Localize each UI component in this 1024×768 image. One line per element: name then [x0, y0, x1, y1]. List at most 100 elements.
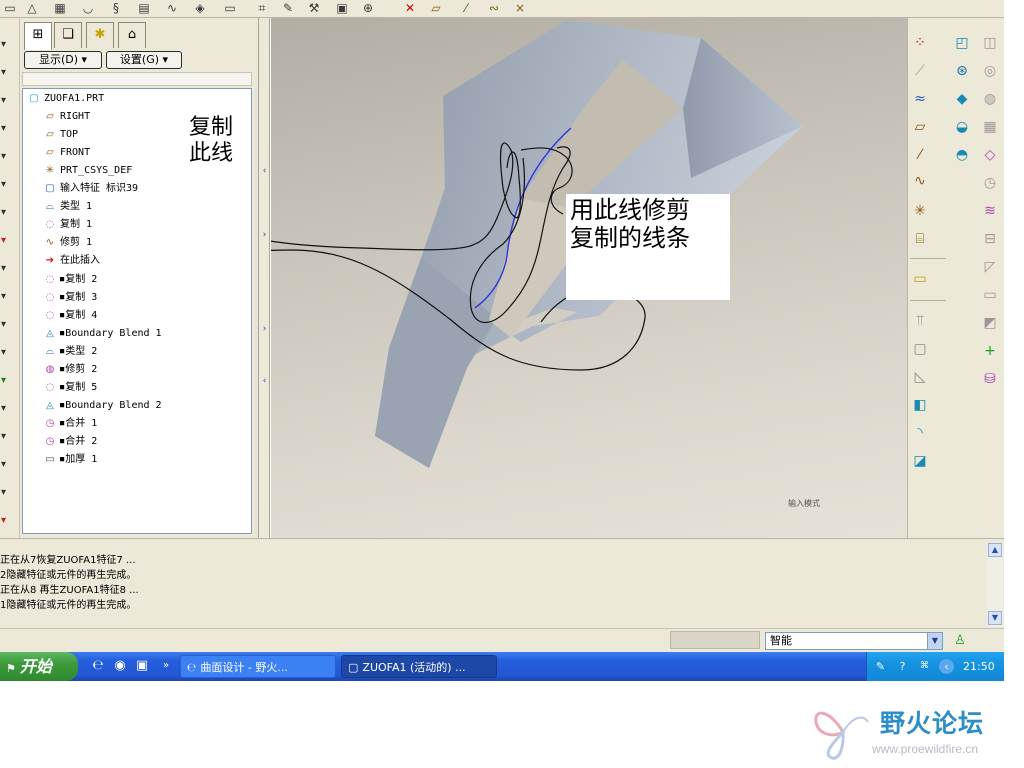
- csys-icon[interactable]: ✳: [910, 202, 930, 220]
- tree-item[interactable]: ◌ ■复制 3: [43, 289, 98, 305]
- properties-tab[interactable]: ⌂: [118, 22, 146, 48]
- analysis-icon[interactable]: ⌸: [910, 230, 930, 248]
- wave-icon[interactable]: ∿: [164, 1, 180, 16]
- scroll-down-icon[interactable]: ▼: [988, 611, 1002, 625]
- extrude-icon[interactable]: ◰: [952, 34, 972, 52]
- hatch-icon[interactable]: ▤: [136, 1, 152, 16]
- edge-tool-icon[interactable]: ▾: [1, 346, 19, 360]
- cup-icon[interactable]: ◡: [80, 1, 96, 16]
- chamfer-icon[interactable]: ◪: [910, 452, 930, 470]
- zoom-icon[interactable]: ⊕: [360, 1, 376, 16]
- edge-tool-icon[interactable]: ▾: [1, 318, 19, 332]
- datum-point-icon[interactable]: ×: [512, 1, 528, 16]
- curve-icon[interactable]: ∿: [910, 172, 930, 190]
- tree-item[interactable]: ◷ ■合并 2: [43, 433, 98, 449]
- favorites-tab[interactable]: ✱: [86, 22, 114, 48]
- tree-item[interactable]: ✳ PRT_CSYS_DEF: [43, 163, 132, 179]
- tree-item[interactable]: ∿ 修剪 1: [43, 235, 92, 251]
- chevron-left-icon[interactable]: ‹: [939, 659, 954, 674]
- chevron-right-icon[interactable]: »: [158, 658, 174, 674]
- sketch-icon[interactable]: ≈: [910, 90, 930, 108]
- shell-icon[interactable]: ▢: [910, 340, 930, 358]
- tree-item[interactable]: ▱ TOP: [43, 127, 78, 143]
- tool-icon[interactable]: ⚒: [306, 1, 322, 16]
- boundary-icon[interactable]: ◓: [952, 146, 972, 164]
- edge-tool-icon[interactable]: ▾: [1, 458, 19, 472]
- tree-item[interactable]: ▢ 输入特征 标识39: [43, 181, 138, 197]
- triangle-icon[interactable]: △: [24, 1, 40, 16]
- settings-menu-button[interactable]: 设置(G) ▾: [106, 51, 182, 69]
- toolbar-icon[interactable]: ▭: [222, 1, 238, 16]
- collapse-arrow-icon[interactable]: ‹: [260, 376, 269, 386]
- panel-sash[interactable]: ‹ › › ‹: [258, 18, 270, 538]
- blend-icon[interactable]: ◒: [952, 118, 972, 136]
- tool-icon[interactable]: ◸: [980, 258, 1000, 276]
- sweep-icon[interactable]: ◆: [952, 90, 972, 108]
- tree-item[interactable]: ▭ ■加厚 1: [43, 451, 97, 467]
- trim-icon[interactable]: ▦: [980, 118, 1000, 136]
- language-icon[interactable]: ✎: [873, 659, 888, 674]
- ie-icon[interactable]: ℮: [90, 658, 106, 674]
- regenerate-light-icon[interactable]: ♙: [953, 631, 967, 651]
- message-scrollbar[interactable]: ▲ ▼: [987, 543, 1003, 627]
- offset-icon[interactable]: ◷: [980, 174, 1000, 192]
- datum-plane-icon[interactable]: ▱: [428, 1, 444, 16]
- selection-filter-select[interactable]: 智能 ▼: [765, 632, 943, 650]
- edge-tool-icon[interactable]: ▾: [1, 122, 19, 136]
- help-icon[interactable]: ?: [895, 659, 910, 674]
- tree-item[interactable]: ◬ ■Boundary Blend 2: [43, 397, 161, 413]
- tree-item[interactable]: ▱ RIGHT: [43, 109, 90, 125]
- datum-axis-icon[interactable]: ⁄: [910, 146, 930, 164]
- note-icon[interactable]: ▭: [910, 270, 930, 288]
- edge-tool-icon[interactable]: ▾: [1, 402, 19, 416]
- show-menu-button[interactable]: 显示(D) ▾: [24, 51, 102, 69]
- brush-icon[interactable]: ✎: [280, 1, 296, 16]
- extend-icon[interactable]: ◇: [980, 146, 1000, 164]
- tree-item[interactable]: ◌ 复制 1: [43, 217, 92, 233]
- edge-tool-icon[interactable]: ▾: [1, 94, 19, 108]
- cylinder-icon[interactable]: ⛁: [980, 370, 1000, 388]
- task-button-proe[interactable]: ▢ ZUOFA1 (活动的) ...: [341, 655, 497, 678]
- graphics-viewport[interactable]: 用此线修剪 复制的线条 输入模式: [271, 18, 907, 538]
- round-icon[interactable]: ◝: [910, 424, 930, 442]
- tool-icon[interactable]: ◩: [980, 314, 1000, 332]
- model-tree-tab[interactable]: ⊞: [24, 22, 52, 50]
- measure-icon[interactable]: ⌗: [254, 1, 270, 16]
- merge-icon[interactable]: ◍: [980, 90, 1000, 108]
- scroll-up-icon[interactable]: ▲: [988, 543, 1002, 557]
- tree-item[interactable]: ▱ FRONT: [43, 145, 90, 161]
- tree-item[interactable]: ⌓ ■类型 2: [43, 343, 97, 359]
- draft-icon[interactable]: ◧: [910, 396, 930, 414]
- edge-tool-icon[interactable]: ▾: [1, 234, 19, 248]
- tree-item[interactable]: ◌ ■复制 4: [43, 307, 98, 323]
- tree-item[interactable]: ◌ ■复制 5: [43, 379, 98, 395]
- revolve-icon[interactable]: ⊛: [952, 62, 972, 80]
- edge-tool-icon[interactable]: ▾: [1, 206, 19, 220]
- close-x-icon[interactable]: ✕: [402, 1, 418, 16]
- tool-icon[interactable]: ▭: [980, 286, 1000, 304]
- thicken-icon[interactable]: ≋: [980, 202, 1000, 220]
- datum-axis-icon[interactable]: ⁄: [458, 1, 474, 16]
- mirror-icon[interactable]: ◫: [980, 34, 1000, 52]
- palette-icon[interactable]: ◈: [192, 1, 208, 16]
- tree-item[interactable]: ◬ ■Boundary Blend 1: [43, 325, 161, 341]
- edge-tool-icon[interactable]: ▾: [1, 66, 19, 80]
- layers-tab[interactable]: ❏: [54, 22, 82, 48]
- start-button[interactable]: ⚑ 开始: [0, 652, 78, 681]
- collapse-arrow-icon[interactable]: ‹: [260, 166, 269, 176]
- edge-tool-icon[interactable]: ▾: [1, 150, 19, 164]
- toolbar-icon[interactable]: ▭: [2, 1, 18, 16]
- pattern-icon[interactable]: ◎: [980, 62, 1000, 80]
- edge-tool-icon[interactable]: ▾: [1, 514, 19, 528]
- box-icon[interactable]: ▣: [334, 1, 350, 16]
- datum-curve-icon[interactable]: ∾: [486, 1, 502, 16]
- datum-point-icon[interactable]: ⁘: [910, 34, 930, 52]
- edge-tool-icon[interactable]: ▾: [1, 38, 19, 52]
- tree-item-insert-here[interactable]: ➔ 在此插入: [43, 253, 100, 269]
- spline-icon[interactable]: ⟋: [910, 62, 930, 80]
- edge-tool-icon[interactable]: ▾: [1, 178, 19, 192]
- tree-item[interactable]: ⌓ 类型 1: [43, 199, 92, 215]
- desktop-icon[interactable]: ▣: [134, 658, 150, 674]
- datum-plane-icon[interactable]: ▱: [910, 118, 930, 136]
- tree-item-root[interactable]: ▢ ZUOFA1.PRT: [27, 91, 104, 107]
